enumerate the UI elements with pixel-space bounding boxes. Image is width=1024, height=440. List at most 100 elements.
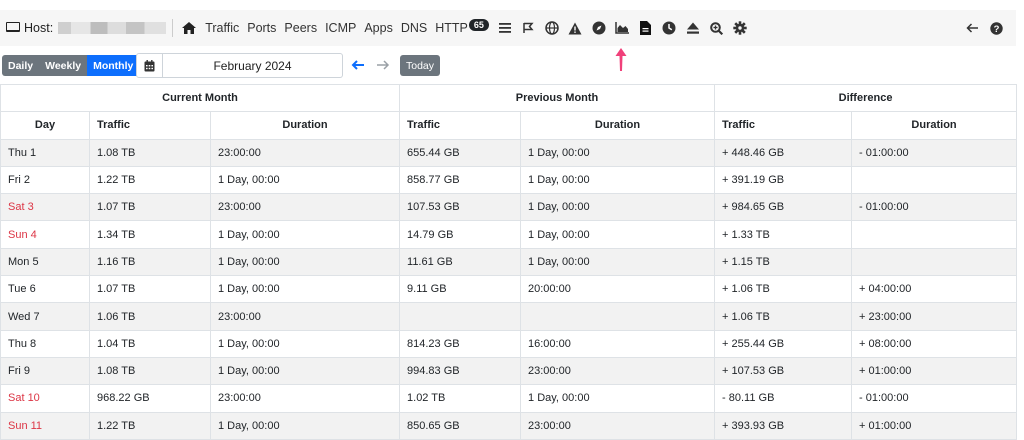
cell-current-traffic: 1.08 TB	[89, 138, 211, 167]
period-weekly-button[interactable]: Weekly	[39, 55, 88, 76]
cell-day: Sun 11	[0, 411, 90, 440]
cell-current-duration: 1 Day, 00:00	[209, 247, 401, 277]
help-icon[interactable]: ?	[988, 20, 1004, 36]
cell-current-duration: 23:00:00	[209, 193, 401, 222]
cell-day: Sun 4	[0, 220, 90, 249]
cell-difference-duration: + 01:00:00	[851, 356, 1018, 386]
clock-icon[interactable]	[661, 20, 677, 36]
prev-month-button[interactable]	[351, 57, 365, 73]
cell-difference-traffic: + 1.06 TB	[714, 275, 853, 304]
cell-current-duration: 23:00:00	[209, 302, 401, 331]
cell-current-duration: 1 Day, 00:00	[209, 329, 401, 358]
group-difference: Difference	[714, 83, 1018, 113]
next-month-button[interactable]	[376, 57, 390, 73]
column-header-row: Day Traffic Duration Traffic Duration Tr…	[0, 111, 1018, 140]
table-body: Thu 1 1.08 TB 23:00:00 655.44 GB 1 Day, 00:0…	[0, 138, 1018, 440]
cell-previous-traffic: 11.61 GB	[399, 247, 522, 277]
gear-icon[interactable]	[732, 20, 748, 36]
period-daily-button[interactable]: Daily	[2, 55, 40, 76]
host-selector[interactable]: Host:	[6, 21, 167, 35]
cell-difference-duration	[851, 165, 1018, 195]
today-button[interactable]: Today	[400, 55, 441, 76]
cell-current-duration: 1 Day, 00:00	[209, 356, 401, 386]
cell-previous-duration: 1 Day, 00:00	[520, 247, 716, 277]
globe-icon[interactable]	[544, 20, 560, 36]
cell-difference-traffic: + 107.53 GB	[714, 356, 853, 386]
calendar-button[interactable]	[136, 53, 163, 78]
cell-previous-duration: 23:00:00	[520, 356, 716, 386]
col-current-duration[interactable]: Duration	[209, 111, 401, 140]
cell-difference-duration: + 04:00:00	[851, 275, 1018, 304]
period-monthly-button[interactable]: Monthly	[87, 55, 140, 76]
cell-day: Tue 6	[0, 275, 90, 304]
nav-link-icmp[interactable]: ICMP	[325, 21, 356, 35]
cell-day: Mon 5	[0, 247, 90, 277]
cell-previous-traffic: 655.44 GB	[399, 138, 522, 167]
nav-link-traffic[interactable]: Traffic	[205, 21, 239, 35]
table-row: Sat 3 1.07 TB 23:00:00 107.53 GB 1 Day, 00:0…	[0, 193, 1018, 222]
cell-previous-duration: 20:00:00	[520, 275, 716, 304]
nav-link-http[interactable]: HTTP	[435, 21, 468, 35]
cell-previous-traffic: 107.53 GB	[399, 193, 522, 222]
cell-previous-duration: 16:00:00	[520, 329, 716, 358]
cell-difference-traffic: + 1.33 TB	[714, 220, 853, 249]
nav-divider	[172, 19, 174, 37]
cell-current-duration: 1 Day, 00:00	[209, 275, 401, 304]
nav-link-dns[interactable]: DNS	[401, 21, 427, 35]
bars-icon[interactable]	[497, 20, 513, 36]
search-plus-icon[interactable]	[708, 20, 724, 36]
table-row: Wed 7 1.06 TB 23:00:00 + 1.06 TB + 23:00:00	[0, 302, 1018, 331]
col-difference-duration[interactable]: Duration	[851, 111, 1018, 140]
cell-day: Sat 3	[0, 193, 90, 222]
cell-previous-traffic: 1.02 TB	[399, 384, 522, 413]
annotation-arrow-icon	[614, 46, 628, 72]
flag-icon[interactable]	[520, 20, 536, 36]
cell-previous-duration: 1 Day, 00:00	[520, 220, 716, 249]
table-row: Mon 5 1.16 TB 1 Day, 00:00 11.61 GB 1 Day, 0…	[0, 247, 1018, 277]
eject-icon[interactable]	[685, 20, 701, 36]
col-previous-duration[interactable]: Duration	[520, 111, 716, 140]
cell-difference-duration	[851, 220, 1018, 249]
home-icon[interactable]	[181, 21, 197, 35]
http-count-badge: 65	[468, 19, 489, 31]
table-row: Fri 2 1.22 TB 1 Day, 00:00 858.77 GB 1 Day, …	[0, 165, 1018, 195]
cell-difference-duration: + 01:00:00	[851, 411, 1018, 440]
cell-previous-traffic	[399, 302, 522, 331]
col-current-traffic[interactable]: Traffic	[89, 111, 211, 140]
nav-link-ports[interactable]: Ports	[247, 21, 276, 35]
area-chart-icon[interactable]	[614, 20, 630, 36]
col-previous-traffic[interactable]: Traffic	[399, 111, 522, 140]
cell-difference-duration: - 01:00:00	[851, 193, 1018, 222]
file-icon[interactable]	[638, 20, 654, 36]
cell-difference-traffic: + 984.65 GB	[714, 193, 853, 222]
table-row: Tue 6 1.07 TB 1 Day, 00:00 9.11 GB 20:00:00 +…	[0, 275, 1018, 304]
laptop-icon	[6, 22, 20, 32]
cell-current-traffic: 968.22 GB	[89, 384, 211, 413]
month-input[interactable]: February 2024	[163, 53, 343, 78]
cell-previous-duration: 1 Day, 00:00	[520, 138, 716, 167]
cell-current-duration: 23:00:00	[209, 384, 401, 413]
group-current-month: Current Month	[0, 83, 401, 113]
right-controls: ?	[965, 20, 1005, 36]
cell-previous-duration: 23:00:00	[520, 411, 716, 440]
back-arrow-icon[interactable]	[965, 20, 981, 36]
group-header-row: Current Month Previous Month Difference	[0, 83, 1018, 113]
cell-difference-traffic: + 1.06 TB	[714, 302, 853, 331]
cell-previous-traffic: 14.79 GB	[399, 220, 522, 249]
col-day[interactable]: Day	[0, 111, 90, 140]
table-row: Sun 11 1.22 TB 1 Day, 00:00 850.65 GB 23:00:…	[0, 411, 1018, 440]
warning-icon[interactable]	[567, 20, 583, 36]
cell-previous-traffic: 9.11 GB	[399, 275, 522, 304]
nav-link-peers[interactable]: Peers	[284, 21, 317, 35]
cell-current-duration: 1 Day, 00:00	[209, 411, 401, 440]
col-difference-traffic[interactable]: Traffic	[714, 111, 853, 140]
calendar-icon	[144, 59, 155, 71]
compass-icon[interactable]	[591, 20, 607, 36]
cell-previous-duration: 1 Day, 00:00	[520, 384, 716, 413]
table-row: Sat 10 968.22 GB 23:00:00 1.02 TB 1 Day, 00:…	[0, 384, 1018, 413]
svg-text:?: ?	[993, 24, 999, 35]
nav-link-apps[interactable]: Apps	[364, 21, 393, 35]
cell-current-duration: 1 Day, 00:00	[209, 165, 401, 195]
cell-current-traffic: 1.07 TB	[89, 193, 211, 222]
cell-difference-duration	[851, 247, 1018, 277]
